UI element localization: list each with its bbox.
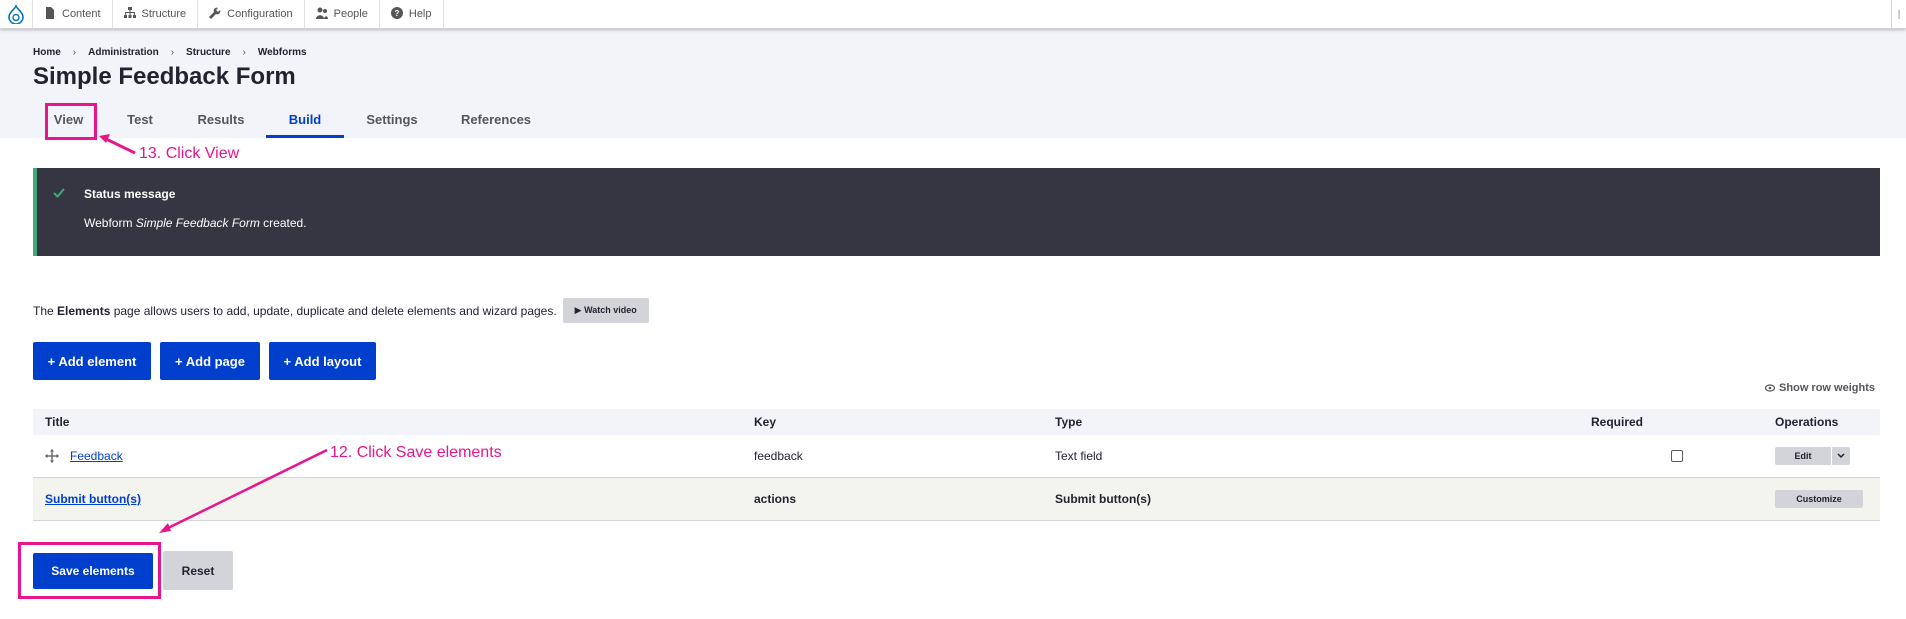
annotation-click-view: 13. Click View [139,145,240,162]
breadcrumb-structure[interactable]: Structure [186,47,230,58]
toolbar-orientation-toggle[interactable]: | [1891,0,1906,28]
page-title: Simple Feedback Form [33,63,296,90]
header-operations: Operations [1775,415,1839,429]
tab-results[interactable]: Results [176,108,266,138]
wrench-icon [209,7,221,22]
checkmark-icon [53,188,65,198]
annotation-click-save: 12. Click Save elements [330,444,502,461]
tab-build[interactable]: Build [266,108,344,138]
admin-toolbar: Content Structure Configuration People ?… [0,0,1906,29]
elements-description: The Elements page allows users to add, u… [33,298,649,323]
status-webform-name: Simple Feedback Form [135,216,260,230]
toolbar-item-people[interactable]: People [305,0,380,28]
people-icon [315,7,328,22]
submit-buttons-link[interactable]: Submit button(s) [45,492,141,506]
intro-rest: page allows users to add, update, duplic… [110,303,557,318]
header-type: Type [1055,415,1083,429]
element-key: actions [754,492,797,506]
svg-text:?: ? [394,9,399,18]
annotation-highlight-save [18,542,161,599]
annotation-highlight-view [45,103,97,140]
toolbar-item-label: Structure [141,8,187,20]
help-icon: ? [390,6,403,22]
add-element-button[interactable]: + Add element [33,342,151,380]
intro-prefix: The [33,303,58,318]
customize-button[interactable]: Customize [1775,490,1863,508]
breadcrumb-webforms[interactable]: Webforms [258,47,307,58]
tab-references[interactable]: References [440,108,552,138]
add-page-button[interactable]: + Add page [160,342,260,380]
arrow-head-icon [159,523,171,533]
breadcrumb-separator: › [72,47,77,58]
required-checkbox[interactable] [1671,450,1683,462]
edit-button[interactable]: Edit [1775,447,1831,465]
breadcrumb: Home › Administration › Structure › Webf… [33,47,307,58]
breadcrumb-separator: › [170,47,175,58]
status-title: Status message [84,187,176,201]
file-icon [44,6,56,22]
watch-video-button[interactable]: ▶ Watch video [562,298,649,323]
reset-button[interactable]: Reset [163,551,233,590]
element-key: feedback [754,449,803,463]
eye-icon [1765,384,1776,392]
status-prefix: Webform [84,216,136,230]
toolbar-item-label: Help [408,8,432,20]
intro-bold: Elements [57,303,111,318]
table-header: Title Key Type Required Operations [33,409,1880,435]
table-row: Submit button(s) actions Submit button(s… [33,478,1880,521]
toolbar-item-help[interactable]: ? Help [380,0,444,28]
element-type: Text field [1055,449,1103,463]
tab-settings[interactable]: Settings [344,108,440,138]
drupal-logo-icon[interactable] [0,0,33,28]
status-message: Status message Webform Simple Feedback F… [33,168,1880,256]
chevron-down-icon [1837,453,1845,459]
breadcrumb-separator: › [242,47,246,58]
operations-dropdown-toggle[interactable] [1832,447,1850,465]
primary-tabs: View Test Results Build Settings Referen… [33,108,552,138]
show-row-weights-link[interactable]: Show row weights [1765,382,1875,394]
element-title-link[interactable]: Feedback [70,449,123,463]
header-key: Key [754,415,777,429]
toolbar-item-label: Configuration [227,8,293,20]
header-required: Required [1591,415,1644,429]
intro-text: The Elements page allows users to add, u… [33,304,557,318]
table-row: Feedback feedback Text field Edit [33,435,1880,478]
breadcrumb-administration[interactable]: Administration [88,47,159,58]
toolbar-item-configuration[interactable]: Configuration [198,0,305,28]
toolbar-item-structure[interactable]: Structure [113,0,199,28]
tab-test[interactable]: Test [104,108,176,138]
status-body: Webform Simple Feedback Form created. [84,216,307,230]
status-suffix: created. [259,216,307,230]
arrow-to-view [101,135,136,155]
sitemap-icon [123,6,136,22]
add-layout-button[interactable]: + Add layout [269,342,376,380]
toolbar-item-content[interactable]: Content [33,0,113,28]
toolbar-item-label: Content [62,8,101,20]
show-row-weights-label: Show row weights [1779,382,1875,394]
breadcrumb-home[interactable]: Home [33,47,61,58]
element-type: Submit button(s) [1055,492,1151,506]
elements-table: Title Key Type Required Operations Feedb… [33,409,1880,521]
header-title: Title [45,415,70,429]
toolbar-item-label: People [333,8,368,20]
drag-handle-icon[interactable] [45,435,59,477]
